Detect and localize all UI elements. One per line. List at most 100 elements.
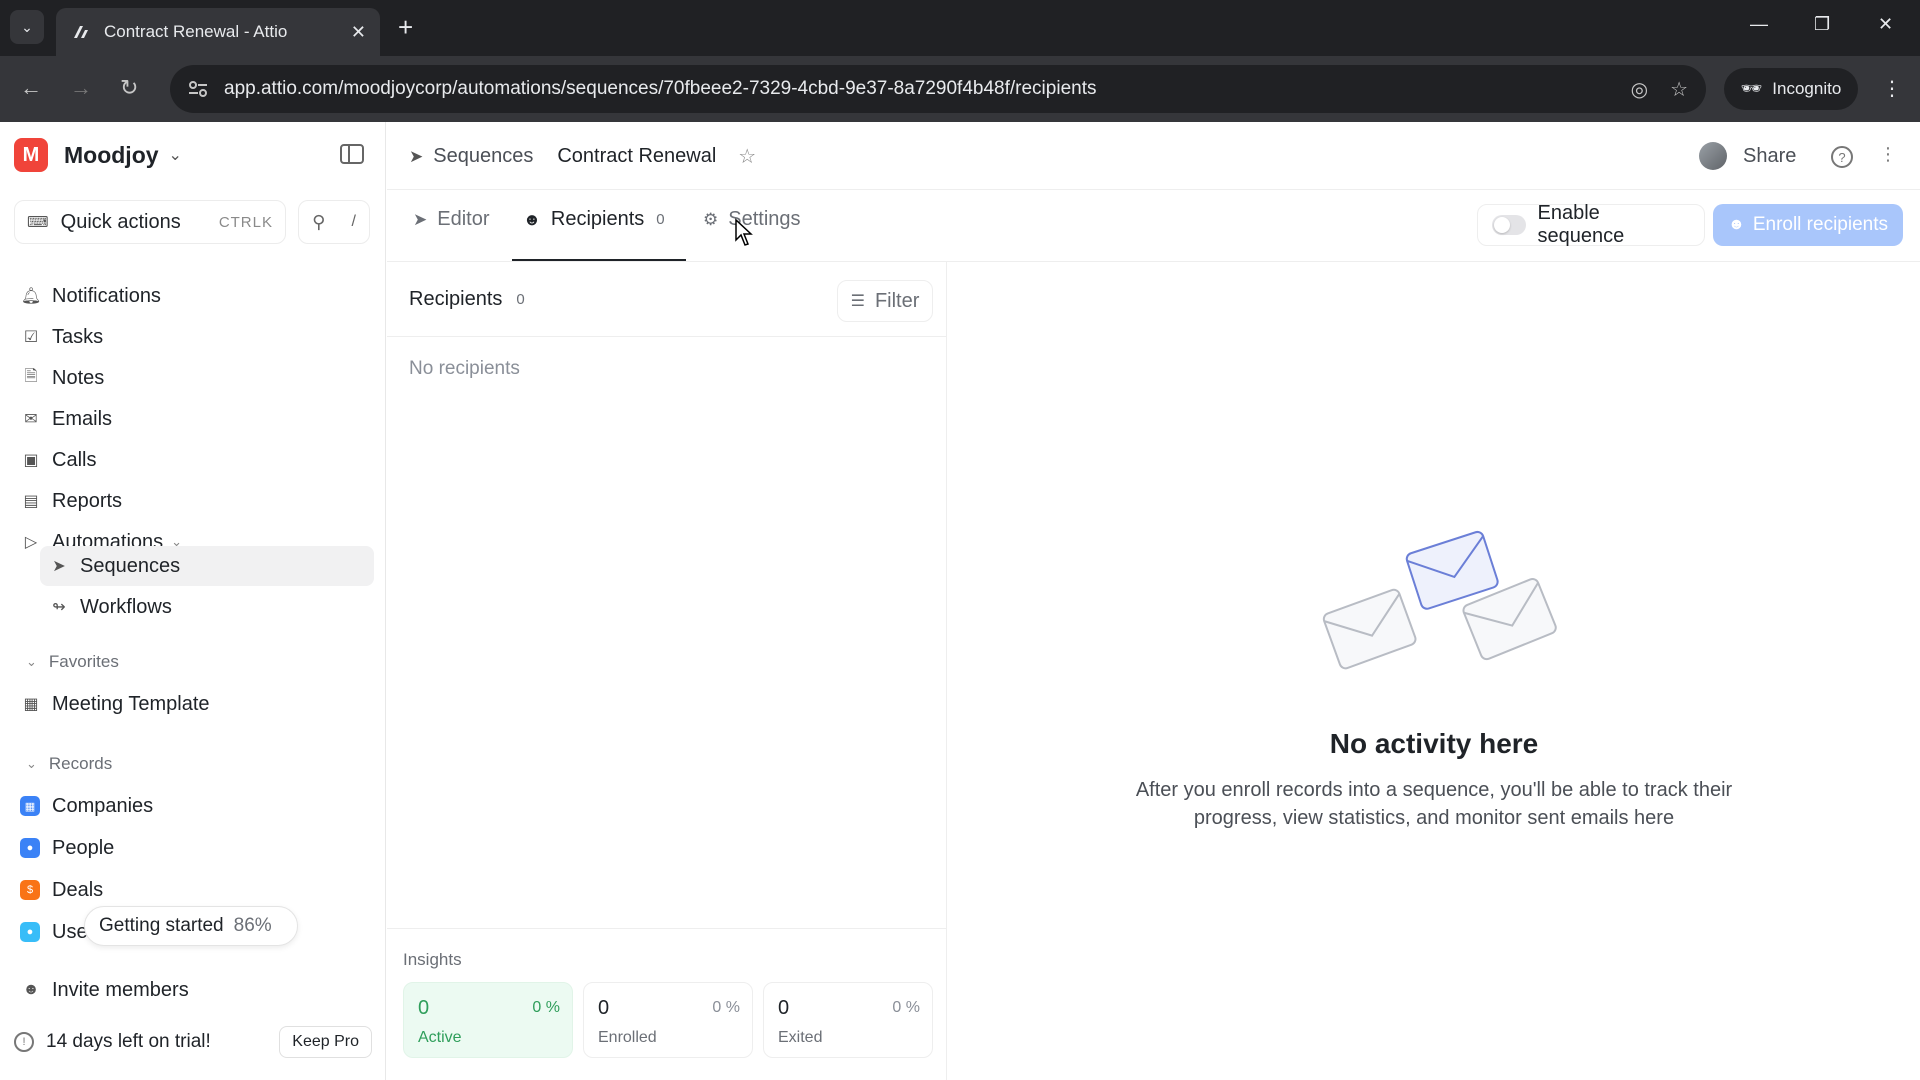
mouse-cursor-icon <box>735 218 753 246</box>
stat-percent: 0 % <box>712 999 740 1016</box>
browser-menu-icon[interactable]: ⋮ <box>1882 76 1902 101</box>
sidebar-item-reports[interactable]: ▤ Reports <box>20 483 122 519</box>
reload-icon[interactable]: ↻ <box>120 76 138 100</box>
sidebar-toggle-icon[interactable] <box>340 144 364 164</box>
recipients-count: 0 <box>656 211 665 228</box>
back-icon[interactable]: ← <box>20 76 42 100</box>
sidebar-item-sequences[interactable]: ➤ Sequences <box>48 548 180 584</box>
tab-search-button[interactable]: ⌄ <box>10 10 44 44</box>
sidebar-item-calls[interactable]: ▣ Calls <box>20 442 96 478</box>
sidebar-item-notifications[interactable]: 🔔︎ Notifications <box>20 278 161 314</box>
help-icon[interactable]: ? <box>1831 146 1853 168</box>
invite-members-button[interactable]: ☻ Invite members <box>20 972 189 1008</box>
sidebar-item-notes[interactable]: 🗎︎ Notes <box>20 360 105 396</box>
empty-state-title: No activity here <box>1329 728 1539 759</box>
favorite-star-icon[interactable]: ☆ <box>738 144 756 169</box>
sidebar-item-label: Emails <box>52 407 113 430</box>
share-button[interactable]: Share <box>1699 142 1796 170</box>
search-button[interactable]: ⚲ / <box>298 200 370 244</box>
stat-label: Enrolled <box>598 1029 657 1046</box>
recipients-header: Recipients 0 <box>409 288 525 311</box>
send-icon: ➤ <box>413 209 428 229</box>
user-plus-icon: ☻ <box>1727 216 1745 233</box>
site-settings-icon[interactable] <box>188 80 208 98</box>
calendar-icon: ▦ <box>23 696 39 713</box>
stat-label: Active <box>418 1029 462 1046</box>
favorites-title: Favorites <box>48 652 119 671</box>
filter-button[interactable]: ☰ Filter <box>837 280 933 322</box>
sidebar-item-label: Calls <box>52 448 97 471</box>
enable-sequence-toggle[interactable]: Enable sequence <box>1477 202 1705 247</box>
sidebar-item-deals[interactable]: $ Deals <box>20 872 103 908</box>
search-shortcut: / <box>351 213 356 230</box>
records-section-header[interactable]: ⌄ Records <box>26 754 112 774</box>
sidebar-item-people[interactable]: ● People <box>20 830 114 866</box>
user-plus-icon: ☻ <box>22 981 40 998</box>
stat-percent: 0 % <box>892 999 920 1016</box>
chart-icon: ▤ <box>23 493 39 510</box>
breadcrumb: ➤ Sequences Contract Renewal ☆ <box>409 144 756 169</box>
toggle-switch[interactable] <box>1492 215 1526 235</box>
send-icon: ➤ <box>409 146 424 166</box>
bookmark-star-icon[interactable]: ☆ <box>1670 77 1688 102</box>
stat-value: 0 <box>598 997 610 1019</box>
address-bar[interactable]: app.attio.com/moodjoycorp/automations/se… <box>170 65 1706 113</box>
sidebar-item-label: Notes <box>52 366 105 389</box>
attio-favicon-icon <box>74 26 88 38</box>
sidebar-item-label: Tasks <box>52 325 104 348</box>
filter-icon: ☰ <box>850 293 865 310</box>
stat-card-enrolled[interactable]: 0 0 % Enrolled <box>583 982 753 1058</box>
minimize-icon[interactable]: — <box>1750 14 1768 35</box>
sidebar-item-label: People <box>52 836 115 859</box>
quick-actions-button[interactable]: ⌨ Quick actions CTRLK <box>14 200 286 244</box>
tab-label: Recipients <box>550 208 645 230</box>
sidebar-item-tasks[interactable]: ☑ Tasks <box>20 319 103 355</box>
sidebar-item-label: Notifications <box>52 284 161 307</box>
keep-pro-button[interactable]: Keep Pro <box>279 1026 372 1058</box>
close-window-icon[interactable]: ✕ <box>1878 14 1893 35</box>
sidebar-item-users[interactable]: ● Use <box>20 914 88 950</box>
incognito-badge[interactable]: 🕶 Incognito <box>1724 68 1858 110</box>
chevron-down-icon: ⌄ <box>168 147 182 164</box>
sidebar-item-label: Deals <box>52 878 104 901</box>
eye-off-icon[interactable]: ◎ <box>1631 77 1648 102</box>
new-tab-button[interactable]: + <box>398 12 413 42</box>
sidebar-item-meeting-template[interactable]: ▦ Meeting Template <box>20 686 209 722</box>
quick-actions-shortcut: CTRLK <box>218 213 273 231</box>
page-title: Contract Renewal <box>557 145 717 167</box>
favorites-section-header[interactable]: ⌄ Favorites <box>26 652 119 672</box>
page-header: ➤ Sequences Contract Renewal ☆ Share ? ⋮ <box>387 122 1920 190</box>
sidebar-item-label: Use <box>52 920 88 943</box>
sidebar-item-companies[interactable]: ▦ Companies <box>20 788 153 824</box>
close-tab-icon[interactable]: ✕ <box>351 22 366 43</box>
browser-tabbar: ⌄ Contract Renewal - Attio ✕ + — ❐ ✕ <box>0 0 1920 56</box>
browser-tab[interactable]: Contract Renewal - Attio ✕ <box>56 8 380 56</box>
tab-editor[interactable]: ➤ Editor <box>413 208 490 231</box>
sidebar-item-emails[interactable]: ✉ Emails <box>20 401 112 437</box>
chevron-down-icon: ⌄ <box>26 654 37 669</box>
divider <box>387 336 947 337</box>
stat-card-exited[interactable]: 0 0 % Exited <box>763 982 933 1058</box>
sidebar: M Moodjoy ⌄ ⌨ Quick actions CTRLK ⚲ / 🔔︎… <box>0 122 386 1080</box>
breadcrumb-sequences[interactable]: Sequences <box>433 145 533 168</box>
forward-icon[interactable]: → <box>70 76 92 100</box>
stat-value: 0 <box>418 997 430 1019</box>
command-icon: ⌨ <box>27 214 49 231</box>
more-options-icon[interactable]: ⋮ <box>1879 144 1897 165</box>
enable-sequence-label: Enable sequence <box>1537 202 1625 247</box>
quick-actions-label: Quick actions <box>60 210 181 233</box>
stat-card-active[interactable]: 0 0 % Active <box>403 982 573 1058</box>
insights-title: Insights <box>403 950 462 969</box>
sidebar-item-label: Reports <box>52 489 123 512</box>
restore-icon[interactable]: ❐ <box>1814 14 1830 35</box>
workspace-switcher[interactable]: M Moodjoy ⌄ <box>14 138 182 172</box>
tab-recipients[interactable]: ☻ Recipients 0 <box>523 208 665 231</box>
getting-started-pill[interactable]: Getting started 86% <box>84 906 298 946</box>
sidebar-item-workflows[interactable]: ↬ Workflows <box>48 589 172 625</box>
avatar <box>1699 142 1727 170</box>
incognito-icon: 🕶 <box>1740 79 1763 98</box>
enroll-recipients-button[interactable]: ☻ Enroll recipients <box>1713 204 1903 246</box>
chevron-down-icon: ⌄ <box>21 18 33 35</box>
url-text: app.attio.com/moodjoycorp/automations/se… <box>224 78 1097 99</box>
checkbox-icon: ☑ <box>23 329 39 346</box>
